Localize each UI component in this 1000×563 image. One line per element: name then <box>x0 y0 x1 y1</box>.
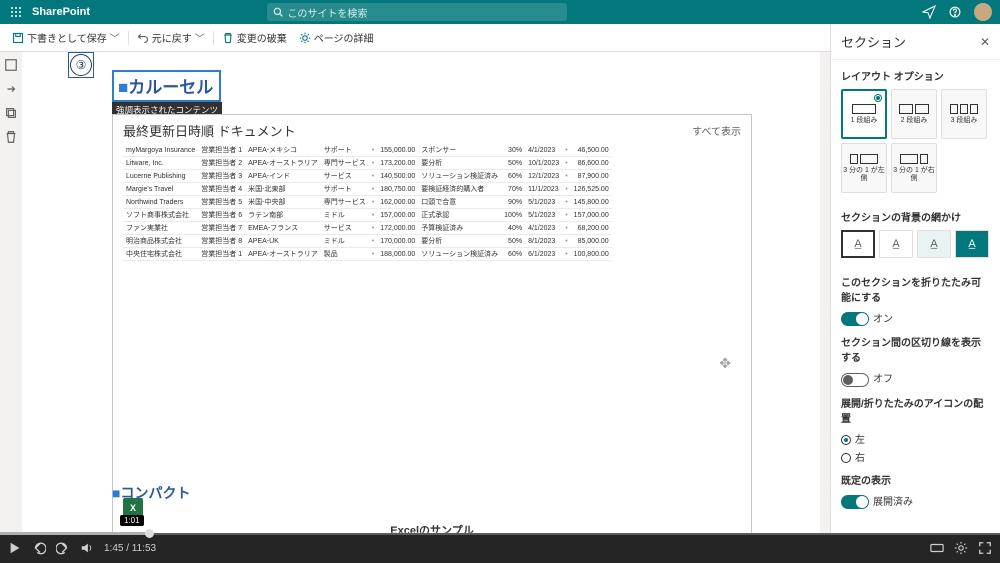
table-row: Northwind Traders営業担当者 5米国-中央部専門サービス•162… <box>123 196 612 209</box>
user-avatar[interactable] <box>974 3 992 21</box>
align-left-radio[interactable] <box>841 435 851 445</box>
pane-title: セクション <box>841 32 906 51</box>
video-control-bar: 1:01 1:45 / 11:53 <box>0 533 1000 563</box>
section-heading-compact: ■コンパクト <box>112 483 190 503</box>
undo-button[interactable]: 元に戻す ﹀ <box>131 24 211 51</box>
cc-icon[interactable] <box>930 541 944 555</box>
layout-one-column[interactable]: 1 段組み <box>841 89 887 139</box>
pane-close-icon[interactable]: ✕ <box>980 35 990 49</box>
layout-heading: レイアウト オプション <box>841 68 990 83</box>
webpart-title: 最終更新日時順 ドキュメント <box>123 121 296 140</box>
discard-button[interactable]: 変更の破棄 <box>216 24 293 51</box>
table-row: ソフト商事株式会社営業担当者 6ラテン南部ミドル•157,000.00正式承認1… <box>123 209 612 222</box>
section-add-icon[interactable] <box>4 58 18 72</box>
undo-label: 元に戻す <box>152 30 192 45</box>
layout-three-column[interactable]: 3 段組み <box>941 89 987 139</box>
left-rail <box>0 52 22 144</box>
page-details-button[interactable]: ページの詳細 <box>293 24 380 51</box>
table-row: myMargoya Insurance営業担当者 1APEA-メキシコサポート•… <box>123 144 612 157</box>
layout-one-third-left[interactable]: 3 分の 1 が左側 <box>841 143 887 193</box>
page-details-label: ページの詳細 <box>314 30 374 45</box>
icon-align-heading: 展開/折りたたみのアイコンの配置 <box>841 395 990 425</box>
divider-toggle[interactable] <box>841 373 869 387</box>
save-draft-button[interactable]: 下書きとして保存 ﹀ <box>6 24 126 51</box>
shading-heading: セクションの背景の網かけ <box>841 209 990 224</box>
collapsible-heading: このセクションを折りたたみ可能にする <box>841 274 990 304</box>
default-display-toggle[interactable] <box>841 495 869 509</box>
step-annotation: ③ <box>68 52 94 78</box>
table-row: 明治商品株式会社営業担当者 8APEA-UKミドル•170,000.00要分析5… <box>123 235 612 248</box>
table-row: Margie's Travel営業担当者 4米国-北東部サポート•180,750… <box>123 183 612 196</box>
discard-label: 変更の破棄 <box>237 30 287 45</box>
divider-heading: セクション間の区切り線を表示する <box>841 334 990 364</box>
move-handle-icon[interactable]: ✥ <box>719 355 731 372</box>
table-row: Litware, Inc.営業担当者 2APEA-オーストラリア専門サービス•1… <box>123 157 612 170</box>
search-placeholder: このサイトを検索 <box>287 5 367 20</box>
table-row: 中央住宅株式会社営業担当者 1APEA-オーストラリア製品•188,000.00… <box>123 248 612 261</box>
table-row: Lucerne Publishing営業担当者 3APEA-インドサービス•14… <box>123 170 612 183</box>
property-pane: セクション ✕ レイアウト オプション 1 段組み 2 段組み 3 段組み 3 … <box>830 24 1000 533</box>
arrow-icon[interactable] <box>4 82 18 96</box>
skip-back-icon[interactable] <box>32 541 46 555</box>
suite-title: SharePoint <box>32 6 90 18</box>
video-progress[interactable] <box>0 532 1000 535</box>
align-right-radio[interactable] <box>841 453 851 463</box>
preview-table: myMargoya Insurance営業担当者 1APEA-メキシコサポート•… <box>123 144 612 261</box>
show-all-link[interactable]: すべて表示 <box>692 123 741 138</box>
copy-icon[interactable] <box>4 106 18 120</box>
settings-icon[interactable] <box>954 541 968 555</box>
delete-icon[interactable] <box>4 130 18 144</box>
highlighted-content-webpart[interactable]: 最終更新日時順 ドキュメント すべて表示 myMargoya Insurance… <box>112 114 752 533</box>
help-icon[interactable] <box>948 5 962 19</box>
shade-strong[interactable]: A̲ <box>955 230 989 258</box>
fullscreen-icon[interactable] <box>978 541 992 555</box>
section-heading-carousel[interactable]: ■カルーセル <box>112 70 221 102</box>
search-box[interactable]: このサイトを検索 <box>267 3 567 21</box>
layout-one-third-right[interactable]: 3 分の 1 が右側 <box>891 143 937 193</box>
layout-two-column[interactable]: 2 段組み <box>891 89 937 139</box>
shade-none[interactable]: A̲ <box>841 230 875 258</box>
collapsible-toggle[interactable] <box>841 312 869 326</box>
default-display-heading: 既定の表示 <box>841 472 990 487</box>
seek-tooltip: 1:01 <box>120 515 144 526</box>
play-icon[interactable] <box>8 541 22 555</box>
skip-fwd-icon[interactable] <box>56 541 70 555</box>
suite-bar: SharePoint このサイトを検索 <box>0 0 1000 24</box>
send-icon[interactable] <box>922 5 936 19</box>
app-launcher-icon[interactable] <box>8 4 24 20</box>
table-row: ファン実業社営業担当者 7EMEA-フランスサービス•172,000.00予算検… <box>123 222 612 235</box>
page-canvas: ③ ■カルーセル 強調表示されたコンテンツ 最終更新日時順 ドキュメント すべて… <box>22 52 820 533</box>
shade-neutral[interactable]: A̲ <box>879 230 913 258</box>
shade-soft[interactable]: A̲ <box>917 230 951 258</box>
save-draft-label: 下書きとして保存 <box>27 30 107 45</box>
volume-icon[interactable] <box>80 541 94 555</box>
video-time: 1:45 / 11:53 <box>104 543 156 554</box>
